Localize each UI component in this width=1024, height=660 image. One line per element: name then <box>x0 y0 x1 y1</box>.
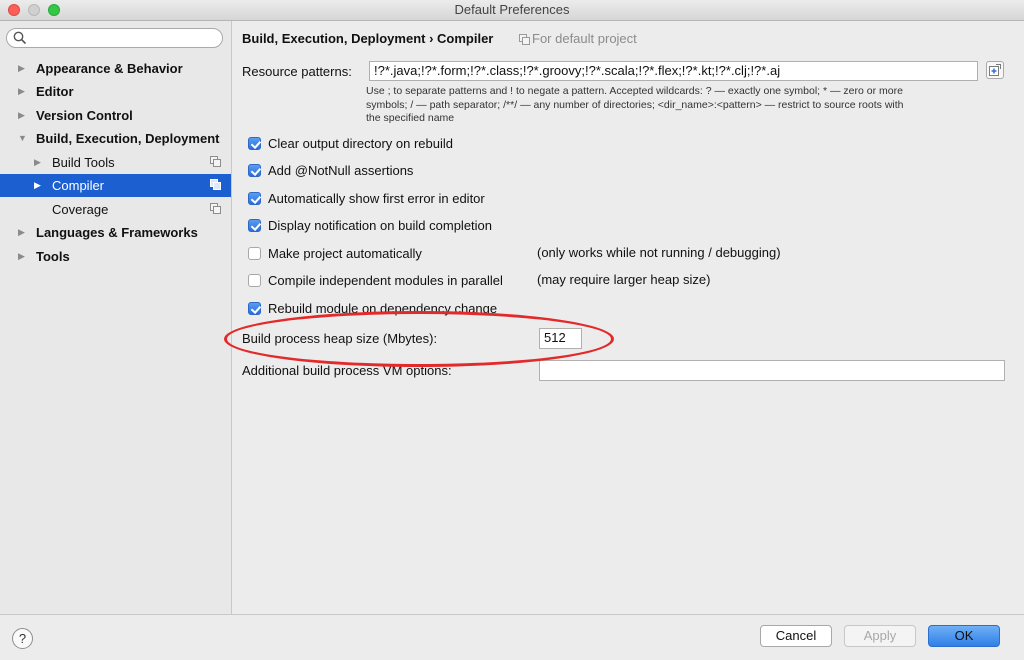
chevron-right-icon: ▶ <box>18 251 25 261</box>
heap-size-label: Build process heap size (Mbytes): <box>242 331 438 346</box>
chevron-right-icon: ▶ <box>18 227 25 237</box>
scope-note: For default project <box>519 31 637 46</box>
project-scope-icon <box>210 179 221 190</box>
project-scope-icon <box>519 34 530 45</box>
vm-options-input[interactable] <box>539 360 1005 381</box>
expand-field-button[interactable] <box>986 61 1004 79</box>
resource-patterns-input[interactable]: !?*.java;!?*.form;!?*.class;!?*.groovy;!… <box>369 61 978 81</box>
vm-options-label: Additional build process VM options: <box>242 363 452 378</box>
checkbox-label: Rebuild module on dependency change <box>268 301 498 316</box>
checkbox-label: Compile independent modules in parallel <box>268 273 503 288</box>
title-bar: Default Preferences <box>0 0 1024 21</box>
search-input[interactable] <box>6 28 223 48</box>
breadcrumb: Build, Execution, Deployment › Compiler <box>242 31 494 46</box>
checkbox-label: Display notification on build completion <box>268 218 493 233</box>
ok-button[interactable]: OK <box>928 625 1000 647</box>
cancel-button[interactable]: Cancel <box>760 625 832 647</box>
scope-note-text: For default project <box>532 31 637 46</box>
checkbox-label: Add @NotNull assertions <box>268 163 414 178</box>
sidebar-item-coverage[interactable]: Coverage <box>0 198 231 221</box>
checkbox-checked[interactable] <box>248 192 261 205</box>
search-icon <box>13 31 27 45</box>
sidebar-item-build-tools[interactable]: ▶ Build Tools <box>0 151 231 174</box>
chevron-right-icon: ▶ <box>34 157 41 167</box>
checkbox-checked[interactable] <box>248 302 261 315</box>
sidebar-item-tools[interactable]: ▶ Tools <box>0 245 231 268</box>
make-project-note: (only works while not running / debuggin… <box>537 245 781 260</box>
sidebar-item-label: Languages & Frameworks <box>36 225 198 240</box>
sidebar-item-languages-frameworks[interactable]: ▶ Languages & Frameworks <box>0 221 231 244</box>
sidebar-item-label: Build, Execution, Deployment <box>36 131 220 146</box>
chevron-right-icon: ▶ <box>18 63 25 73</box>
project-scope-icon <box>210 156 221 167</box>
chevron-right-icon: ▶ <box>34 180 41 190</box>
sidebar-item-label: Appearance & Behavior <box>36 61 183 76</box>
hint-line: symbols; / — path separator; /**/ — any … <box>366 98 904 111</box>
checkbox-unchecked[interactable] <box>248 274 261 287</box>
chevron-down-icon: ▼ <box>18 133 27 143</box>
checkbox-label: Automatically show first error in editor <box>268 191 485 206</box>
checkbox-label: Clear output directory on rebuild <box>268 136 453 151</box>
resource-patterns-hint: Use ; to separate patterns and ! to nega… <box>366 85 1006 126</box>
compile-parallel-note: (may require larger heap size) <box>537 272 711 287</box>
dialog-button-bar: ? Cancel Apply OK <box>0 614 1024 660</box>
checkbox-label: Make project automatically <box>268 246 422 261</box>
resource-patterns-label: Resource patterns: <box>242 64 352 79</box>
checkbox-unchecked[interactable] <box>248 247 261 260</box>
chevron-right-icon: ▶ <box>18 110 25 120</box>
apply-button[interactable]: Apply <box>844 625 916 647</box>
window-title: Default Preferences <box>454 2 570 17</box>
sidebar-item-label: Editor <box>36 84 74 99</box>
hint-line: the specified name <box>366 112 455 124</box>
sidebar-item-compiler[interactable]: ▶ Compiler <box>0 174 231 197</box>
checkbox-checked[interactable] <box>248 219 261 232</box>
sidebar-item-label: Compiler <box>52 178 105 193</box>
settings-sidebar: ▶ Appearance & Behavior ▶ Editor ▶ Versi… <box>0 21 232 614</box>
project-scope-icon <box>210 203 221 214</box>
chevron-right-icon: ▶ <box>18 86 25 96</box>
sidebar-item-label: Version Control <box>36 108 133 123</box>
heap-size-input[interactable]: 512 <box>539 328 582 349</box>
help-button[interactable]: ? <box>12 628 33 649</box>
checkbox-checked[interactable] <box>248 137 261 150</box>
sidebar-item-label: Build Tools <box>52 155 115 170</box>
sidebar-item-build-execution-deployment[interactable]: ▼ Build, Execution, Deployment <box>0 127 231 150</box>
sidebar-item-label: Coverage <box>52 202 109 217</box>
compiler-settings-panel: Build, Execution, Deployment › Compiler … <box>224 21 1024 614</box>
sidebar-item-version-control[interactable]: ▶ Version Control <box>0 104 231 127</box>
sidebar-item-editor[interactable]: ▶ Editor <box>0 80 231 103</box>
sidebar-item-appearance-behavior[interactable]: ▶ Appearance & Behavior <box>0 57 231 80</box>
sidebar-item-label: Tools <box>36 249 70 264</box>
hint-line: Use ; to separate patterns and ! to nega… <box>366 85 903 97</box>
expand-field-icon <box>989 64 1001 76</box>
checkbox-checked[interactable] <box>248 164 261 177</box>
